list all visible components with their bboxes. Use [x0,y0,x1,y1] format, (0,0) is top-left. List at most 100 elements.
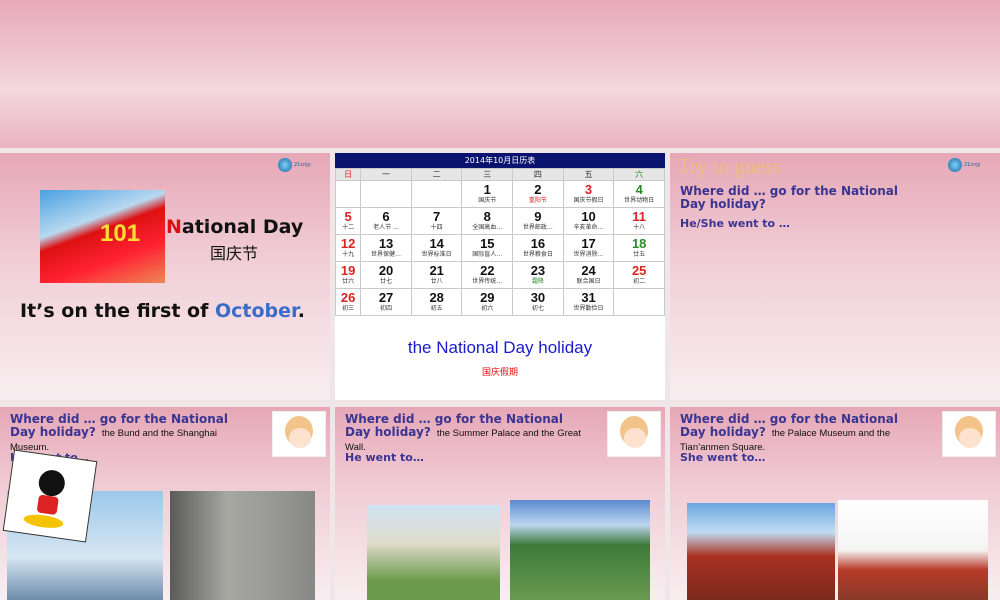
day-note: 廿八 [430,278,443,285]
weekday-header: 一 [360,168,412,181]
day-note: 初六 [481,305,494,312]
day-note: 廿六 [342,278,355,285]
day-number: 1 [483,182,491,197]
day-note: 初七 [531,305,544,312]
day-note: 国际盲人… [472,251,503,258]
day-number: 17 [581,236,596,251]
day-number: 30 [530,290,546,305]
summer-palace-photo [367,505,500,600]
great-wall-photo [510,500,650,600]
cartoon-girl-image [272,411,326,457]
day-note: 世界粮食日 [522,251,553,258]
day-number: 25 [631,263,647,278]
calendar-day: 23 霜降 [512,261,564,289]
day-number: 26 [340,290,356,305]
calendar-day [410,180,463,208]
day-number: 11 [632,209,647,224]
calendar-week: 12 十九 13 世界保健… 14 世界标准日 15 国际盲人… 16 世界粮食日 17 世界消除… 1… [335,234,665,262]
calendar-day: 1 国庆节 [461,180,514,208]
day-number: 28 [429,290,444,305]
day-number: 14 [429,236,444,251]
palace-museum-photo [687,503,835,600]
sentence: It’s on the first of October. [20,300,305,322]
day-number: 4 [635,182,643,197]
day-note: 国庆节 [478,197,497,204]
day-number: 7 [433,209,441,224]
calendar-day: 24 联合国日 [562,261,615,289]
prompt: He/She went to … [680,217,790,230]
day-note: 联合国日 [576,278,601,285]
day-note: 初四 [380,305,393,312]
day-number: 21 [429,263,444,278]
prompt: He went to… [345,451,424,464]
day-number: 8 [483,209,491,224]
day-note: 十九 [342,251,355,258]
calendar-day: 22 世界传统… [461,261,514,289]
logo-icon: 21cnjy [278,158,322,172]
slide-thumbnail-top[interactable] [0,0,1000,148]
calendar-day: 15 国际盲人… [461,234,514,262]
day-note: 世界勤俭日 [573,305,604,312]
calendar-day: 30 初七 [512,288,564,316]
calendar-week: 26 初三 27 初四 28 初五 29 初六 30 初七 31 世界勤俭日 [335,288,665,316]
calendar-day: 8 全国高血… [461,207,514,235]
day-number: 22 [480,263,495,278]
calendar-day: 5 十二 [335,207,362,235]
day-note: 廿七 [380,278,393,285]
weekday-header: 四 [512,168,564,181]
calendar-week: 19 廿六 20 廿七 21 廿八 22 世界传统… 23 霜降 24 联合国日 25 初二 [335,261,665,289]
slide-thumbnail-national-day[interactable]: 21cnjy 101 National Day 国庆节 It’s on the … [0,153,330,400]
slide-thumbnail-tiananmen[interactable]: Where did … go for the National Day holi… [670,407,1000,600]
day-number: 3 [584,182,593,197]
day-note: 世界邮政… [522,224,553,231]
title-rest: ational Day [181,216,304,238]
day-number: 10 [581,209,596,224]
calendar-day: 2 重阳节 [512,180,564,208]
prompt: She went to… [680,451,766,464]
day-number: 13 [378,236,394,251]
day-note: 初三 [342,305,355,312]
shanghai-museum-photo [170,491,315,600]
slide-thumbnail-beijing[interactable]: Where did … go for the National Day holi… [335,407,665,600]
day-note: 初五 [430,305,443,312]
day-note: 廿五 [633,251,646,258]
calendar-week: 1 国庆节 2 重阳节 3 国庆节假日 4 世界动物日 [335,180,665,208]
calendar-day: 9 世界邮政… [512,207,564,235]
logo-icon: 21cnjy [948,158,992,172]
day-number: 23 [530,263,546,278]
day-note: 世界传统… [472,278,503,285]
calendar-week: 5 十二 6 老人节 … 7 十四 8 全国高血… 9 世界邮政… 10 辛亥革命… 11 十八 [335,207,665,235]
calendar-day: 29 初六 [461,288,514,316]
day-note: 十四 [430,224,443,231]
calendar-day [360,180,412,208]
calendar-table: 日一二三四五六 1 国庆节 2 重阳节 3 国庆节假日 4 世界动物日 5 十二 6 老人节 … 7 十四 8… [335,168,665,316]
weekday-header: 二 [410,168,463,181]
title-initial: N [166,216,182,238]
day-number: 19 [340,263,356,278]
calendar-day: 26 初三 [335,288,362,316]
calendar-day: 14 世界标准日 [410,234,463,262]
day-number: 24 [581,263,596,278]
day-number: 9 [534,209,542,224]
slide-title: National Day [166,216,303,238]
calendar-day: 7 十四 [410,207,463,235]
calendar-day: 3 国庆节假日 [562,180,615,208]
question: Where did … go for the National Day holi… [680,184,898,211]
slide-thumbnail-calendar[interactable]: 2014年10月日历表 日一二三四五六 1 国庆节 2 重阳节 3 国庆节假日 4 世界动物日 5… [335,153,665,400]
calendar-day: 6 老人节 … [360,207,412,235]
calendar-caption-cn: 国庆假期 [481,368,518,378]
calendar-caption: the National Day holiday [407,338,593,357]
weekday-header: 五 [562,168,615,181]
day-note: 国庆节假日 [573,197,604,204]
national-day-image: 101 [40,190,165,283]
day-number: 6 [382,209,390,224]
slide-heading: Try to guess [678,154,782,178]
slide-thumbnail-try-to-guess[interactable]: Try to guess 21cnjy Where did … go for t… [670,153,1000,400]
calendar-day: 11 十八 [613,207,665,235]
calendar-day: 28 初五 [410,288,463,316]
day-number: 5 [344,209,352,224]
slide-thumbnail-shanghai[interactable]: Where did … go for the National Day holi… [0,407,330,600]
calendar-day: 17 世界消除… [562,234,615,262]
day-number: 15 [480,236,495,251]
day-note: 霜降 [531,278,544,285]
